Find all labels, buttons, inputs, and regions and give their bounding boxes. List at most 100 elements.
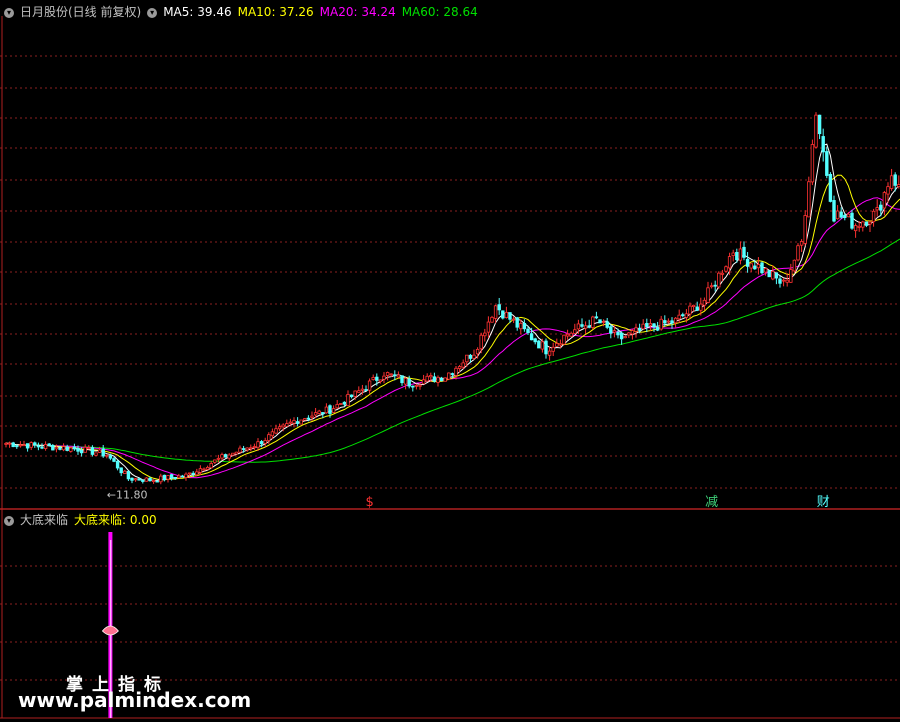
candle-body <box>72 446 77 450</box>
candle-body <box>479 334 483 350</box>
candle-body <box>529 333 534 341</box>
candle-body <box>375 376 379 381</box>
candle-body <box>861 221 865 228</box>
candle-body <box>569 332 573 337</box>
candle-body <box>231 452 235 456</box>
candle-body <box>432 376 437 382</box>
candle-body <box>670 320 674 324</box>
candle-body <box>457 366 462 369</box>
candle-body <box>641 323 645 330</box>
candle-body <box>756 264 761 269</box>
candle-body <box>256 441 260 448</box>
candle-body <box>360 388 365 391</box>
candle-body <box>403 377 408 385</box>
candle-body <box>115 460 120 469</box>
candle-body <box>313 412 318 416</box>
candle-body <box>396 374 401 378</box>
candle-body <box>126 471 131 480</box>
candle-body <box>609 326 613 334</box>
candle-body <box>835 210 840 220</box>
candle-body <box>83 446 87 453</box>
candle-body <box>472 354 476 359</box>
chart-title: 日月股份(日线 前复权) <box>20 5 142 19</box>
candle-body <box>699 303 703 311</box>
candle-body <box>292 420 296 424</box>
candle-body <box>123 470 127 474</box>
candle-body <box>717 272 721 288</box>
candle-body <box>159 475 163 483</box>
candle-body <box>177 475 181 479</box>
candle-body <box>450 373 455 375</box>
chevron-down-icon[interactable]: ▾ <box>4 515 14 526</box>
candle-body <box>580 324 584 327</box>
candle-body <box>591 316 595 328</box>
candle-body <box>339 403 343 405</box>
candle-body <box>796 245 800 261</box>
signal-marker: 财 <box>817 495 830 510</box>
candle-body <box>400 375 404 384</box>
candle-body <box>601 321 606 323</box>
candle-body <box>868 221 872 225</box>
candle-body <box>879 204 883 211</box>
candle-body <box>371 377 375 380</box>
candle-body <box>468 354 473 359</box>
candle-body <box>619 332 624 340</box>
candle-body <box>101 448 105 457</box>
candle-body <box>393 374 397 377</box>
candle-body <box>166 475 170 480</box>
candle-body <box>515 317 519 328</box>
candle-body <box>702 299 707 306</box>
candle-body <box>69 447 73 452</box>
candle-body <box>504 311 509 318</box>
candle-body <box>353 390 357 397</box>
candle-body <box>465 354 469 363</box>
candle-body <box>324 406 329 414</box>
candle-body <box>79 450 84 454</box>
candle-body <box>875 207 879 211</box>
chevron-down-icon[interactable]: ▾ <box>4 7 14 18</box>
candle-body <box>749 263 753 269</box>
candle-body <box>681 314 685 317</box>
candle-body <box>385 372 390 376</box>
candle-body <box>443 377 447 382</box>
candle-body <box>825 151 829 176</box>
candle-body <box>573 329 577 334</box>
candle-body <box>94 452 98 456</box>
stock-chart[interactable]: ←11.80 $ 减 财 <box>0 0 900 722</box>
candle-body <box>439 378 444 382</box>
candle-body <box>328 405 332 414</box>
candle-body <box>562 334 566 345</box>
candle-body <box>598 319 602 324</box>
candle-body <box>317 410 321 414</box>
candle-body <box>407 378 411 387</box>
candle-body <box>889 175 894 189</box>
candle-body <box>263 440 267 444</box>
ma60-readout: MA60: 28.64 <box>401 5 478 19</box>
candle-body <box>148 477 152 482</box>
candle-body <box>47 443 51 446</box>
candle-body <box>162 474 167 481</box>
settings-icon[interactable]: ▾ <box>147 7 158 18</box>
candle-body <box>87 447 91 450</box>
candle-body <box>630 330 635 335</box>
candle-body <box>655 327 660 331</box>
candle-body <box>486 321 491 333</box>
candle-body <box>864 221 869 226</box>
candle-body <box>130 477 134 481</box>
candle-body <box>213 459 217 463</box>
candle-body <box>205 467 210 470</box>
ma20-path <box>5 197 900 479</box>
candle-body <box>425 375 429 382</box>
candle-body <box>511 318 516 321</box>
candle-body <box>745 258 750 267</box>
candle-body <box>497 304 501 311</box>
candle-body <box>857 225 861 228</box>
candle-body <box>241 448 246 450</box>
candle-body <box>36 445 41 448</box>
candle-body <box>839 211 843 218</box>
candle-body <box>551 346 555 352</box>
candle-body <box>4 443 8 445</box>
low-price-label: ←11.80 <box>107 489 148 502</box>
ma5-readout: MA5: 39.46 <box>163 5 232 19</box>
candle-body <box>691 304 696 308</box>
